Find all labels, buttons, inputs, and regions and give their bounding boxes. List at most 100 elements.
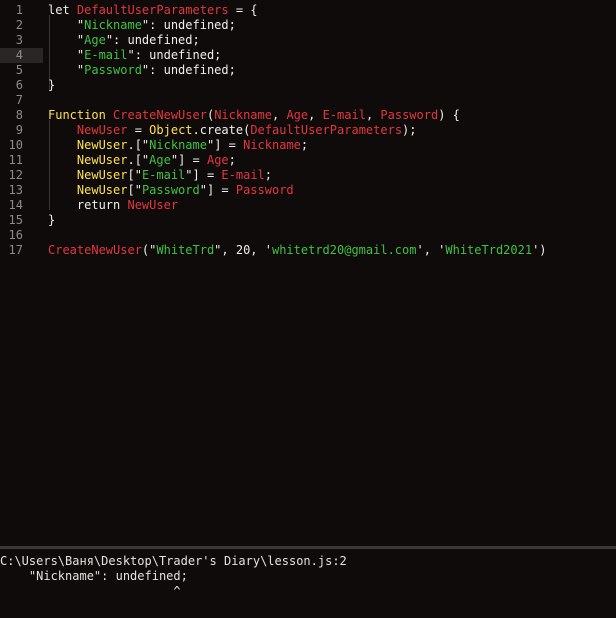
code-line[interactable]: 7 [0, 93, 616, 108]
code-token: WhiteTrd2021 [445, 243, 533, 257]
output-console: C:\Users\Ваня\Desktop\Trader's Diary\les… [0, 549, 616, 618]
line-number: 14 [8, 198, 23, 212]
code-token: let [48, 3, 77, 17]
code-token: Nickname [149, 138, 207, 152]
code-token: ": undefined; [127, 48, 222, 62]
line-number: 1 [15, 3, 23, 17]
code-token: .[" [127, 153, 150, 167]
code-token: ; [264, 168, 273, 182]
line-number: 9 [15, 123, 23, 137]
code-token: DefaultUserParameters [76, 3, 229, 17]
code-token: ; [300, 138, 309, 152]
code-token: NewUser [127, 198, 179, 212]
code-token: = { [228, 3, 258, 17]
code-token: = [127, 123, 150, 137]
code-line[interactable]: 11 NewUser.["Age"] = Age; [0, 153, 616, 168]
code-token: E-mail [141, 168, 186, 182]
code-token: Age [286, 108, 309, 122]
code-line[interactable]: 17 CreateNewUser("WhiteTrd", 20, 'whitetr… [0, 243, 616, 258]
code-line[interactable]: 2 "Nickname": undefined; [0, 18, 616, 33]
line-number: 2 [15, 18, 23, 32]
code-token: [" [127, 168, 142, 182]
code-token: "] = [170, 153, 207, 167]
code-token: NewUser [76, 153, 128, 167]
code-token: Age [206, 153, 229, 167]
line-number: 5 [15, 63, 23, 77]
code-token: .create( [192, 123, 251, 137]
code-token: , [308, 108, 323, 122]
code-token: "] = [185, 168, 222, 182]
line-number: 6 [15, 78, 23, 92]
console-line: "Nickname": undefined; [0, 569, 188, 583]
code-token: DefaultUserParameters [250, 123, 403, 137]
code-line[interactable]: 6} [0, 78, 616, 93]
code-token: ": undefined; [141, 18, 236, 32]
line-number: 8 [15, 108, 23, 122]
code-token: NewUser [76, 123, 128, 137]
code-token: Password [235, 183, 294, 197]
code-token: " [48, 48, 85, 62]
code-token: ", 20, ' [214, 243, 272, 257]
code-token: Age [149, 153, 171, 167]
code-token: Nickname [214, 108, 272, 122]
console-line: C:\Users\Ваня\Desktop\Trader's Diary\les… [0, 554, 347, 568]
console-line: ^ [0, 584, 181, 598]
code-line[interactable]: 3 "Age": undefined; [0, 33, 616, 48]
code-token: " [48, 18, 85, 32]
code-token: E-mail [322, 108, 366, 122]
code-line[interactable]: 5 "Password": undefined; [0, 63, 616, 78]
code-line[interactable]: 8 Function CreateNewUser(Nickname, Age, E… [0, 108, 616, 123]
code-token: whitetrd20@gmail.com [271, 243, 417, 257]
code-token: , [271, 108, 287, 122]
code-token: Password [141, 183, 200, 197]
code-token: ) { [438, 108, 460, 122]
code-token: Nickname [84, 18, 142, 32]
code-token: " [48, 63, 85, 77]
line-number: 7 [15, 93, 23, 107]
code-token: NewUser [76, 138, 128, 152]
line-number: 3 [15, 33, 23, 47]
code-token: ); [402, 123, 417, 137]
line-number: 4 [15, 48, 23, 62]
code-token: ": undefined; [141, 63, 236, 77]
code-line[interactable]: 12 NewUser["E-mail"] = E-mail; [0, 168, 616, 183]
code-token: Age [84, 33, 106, 47]
code-token: Function [48, 108, 114, 122]
code-token: ; [228, 153, 236, 167]
code-token: , [365, 108, 381, 122]
code-token: CreateNewUser [48, 243, 142, 257]
code-token: ') [532, 243, 547, 257]
code-token: Password [380, 108, 439, 122]
code-token: } [48, 213, 56, 227]
code-token: Password [84, 63, 142, 77]
code-token: "] = [206, 138, 244, 152]
code-line[interactable]: 15} [0, 213, 616, 228]
code-line[interactable]: 13 NewUser["Password"] = Password [0, 183, 616, 198]
code-token: NewUser [76, 183, 128, 197]
code-token: Object [149, 123, 193, 137]
code-line[interactable]: 4 "E-mail": undefined; [0, 48, 616, 63]
code-token: .[" [127, 138, 150, 152]
line-number: 11 [8, 153, 23, 167]
code-line[interactable]: 10 NewUser.["Nickname"] = Nickname; [0, 138, 616, 153]
code-editor[interactable]: 1 let DefaultUserParameters = {2 "Nicknam… [0, 0, 616, 546]
code-line[interactable]: 14 return NewUser [0, 198, 616, 213]
code-token: ', ' [416, 243, 446, 257]
code-token: } [48, 78, 56, 92]
code-token: E-mail [221, 168, 265, 182]
line-number: 15 [8, 213, 23, 227]
code-token: Nickname [243, 138, 301, 152]
line-number: 17 [8, 243, 23, 257]
code-token: WhiteTrd [156, 243, 215, 257]
code-token: CreateNewUser [113, 108, 207, 122]
code-line[interactable]: 9 NewUser = Object.create(DefaultUserPar… [0, 123, 616, 138]
code-token: NewUser [76, 168, 128, 182]
code-token: [" [127, 183, 142, 197]
code-line[interactable]: 1 let DefaultUserParameters = { [0, 3, 616, 18]
code-line[interactable]: 16 [0, 228, 616, 243]
code-token: "] = [199, 183, 236, 197]
